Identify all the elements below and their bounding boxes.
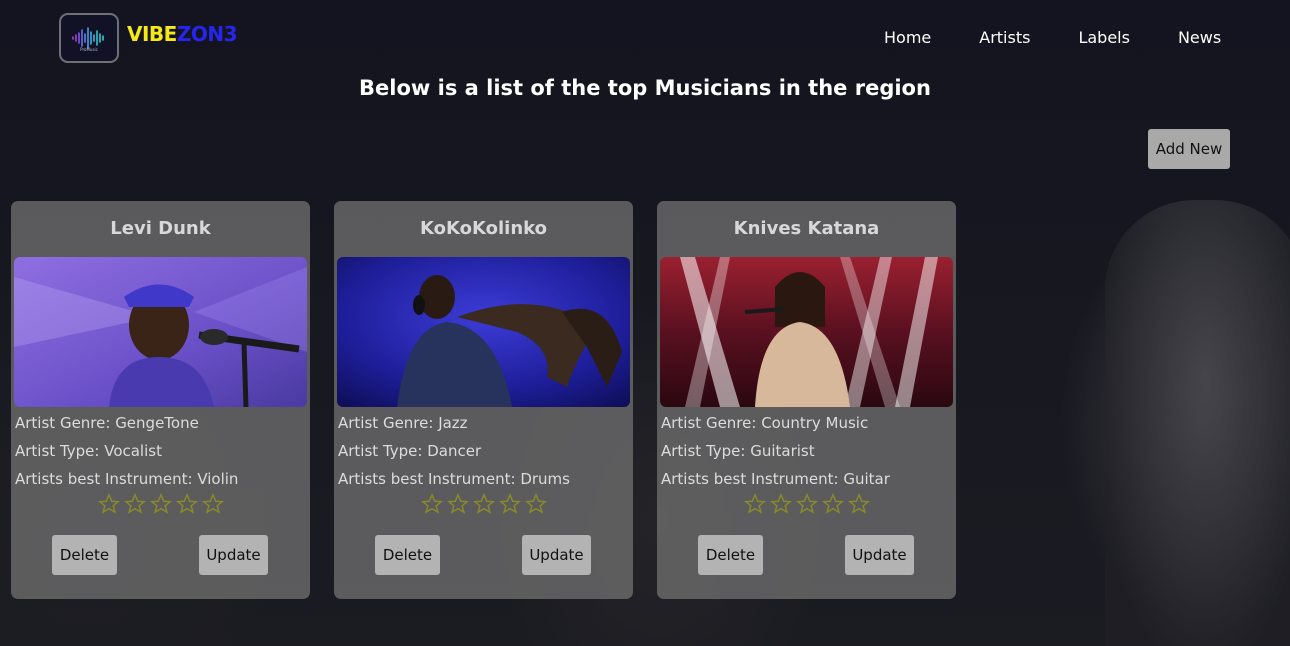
star-icon[interactable] — [524, 492, 547, 515]
artist-genre: Artist Genre: Country Music — [661, 414, 869, 432]
star-icon[interactable] — [743, 492, 766, 515]
main-nav: Home Artists Labels News — [884, 28, 1221, 47]
artist-name: KoKoKolinko — [419, 218, 547, 239]
page-title: Below is a list of the top Musicians in … — [359, 76, 931, 100]
delete-button[interactable]: Delete — [52, 535, 117, 575]
star-icon[interactable] — [201, 492, 224, 515]
update-button[interactable]: Update — [522, 535, 591, 575]
star-icon[interactable] — [149, 492, 172, 515]
star-icon[interactable] — [821, 492, 844, 515]
logo-text: ProMusic — [80, 47, 98, 52]
star-icon[interactable] — [420, 492, 443, 515]
artist-photo — [337, 257, 630, 407]
artist-instrument: Artists best Instrument: Violin — [15, 470, 239, 488]
nav-news[interactable]: News — [1178, 28, 1221, 47]
add-new-button[interactable]: Add New — [1148, 129, 1230, 169]
artist-genre: Artist Genre: GengeTone — [15, 414, 199, 432]
nav-artists[interactable]: Artists — [979, 28, 1030, 47]
delete-button[interactable]: Delete — [698, 535, 763, 575]
artist-card: Knives Katana Artist Genre: Country Musi… — [657, 201, 956, 599]
artist-genre: Artist Genre: Jazz — [338, 414, 468, 432]
artist-name: Levi Dunk — [110, 218, 211, 239]
update-button[interactable]: Update — [845, 535, 914, 575]
star-icon[interactable] — [123, 492, 146, 515]
star-icon[interactable] — [472, 492, 495, 515]
rating-stars — [11, 492, 310, 515]
logo-icon[interactable]: ProMusic — [59, 13, 119, 63]
rating-stars — [334, 492, 633, 515]
artist-type: Artist Type: Vocalist — [15, 442, 162, 460]
artist-name: Knives Katana — [733, 218, 880, 239]
brand-part-2: ZON3 — [176, 22, 238, 46]
star-icon[interactable] — [769, 492, 792, 515]
star-icon[interactable] — [97, 492, 120, 515]
star-icon[interactable] — [795, 492, 818, 515]
nav-home[interactable]: Home — [884, 28, 931, 47]
artist-instrument: Artists best Instrument: Guitar — [661, 470, 890, 488]
star-icon[interactable] — [175, 492, 198, 515]
artist-photo — [660, 257, 953, 407]
artist-type: Artist Type: Guitarist — [661, 442, 815, 460]
artist-instrument: Artists best Instrument: Drums — [338, 470, 570, 488]
background-figure — [1105, 200, 1290, 646]
artist-card: Levi Dunk Artist Genre: GengeTone Artist… — [11, 201, 310, 599]
star-icon[interactable] — [446, 492, 469, 515]
nav-labels[interactable]: Labels — [1078, 28, 1130, 47]
artist-type: Artist Type: Dancer — [338, 442, 482, 460]
star-icon[interactable] — [498, 492, 521, 515]
artist-photo — [14, 257, 307, 407]
header: ProMusic VIBEZON3 Home Artists Labels Ne… — [0, 0, 1290, 80]
update-button[interactable]: Update — [199, 535, 268, 575]
artist-card: KoKoKolinko Artist Genre: Jazz Artist Ty… — [334, 201, 633, 599]
brand-name: VIBEZON3 — [127, 22, 238, 46]
star-icon[interactable] — [847, 492, 870, 515]
brand-part-1: VIBE — [127, 22, 177, 46]
rating-stars — [657, 492, 956, 515]
delete-button[interactable]: Delete — [375, 535, 440, 575]
